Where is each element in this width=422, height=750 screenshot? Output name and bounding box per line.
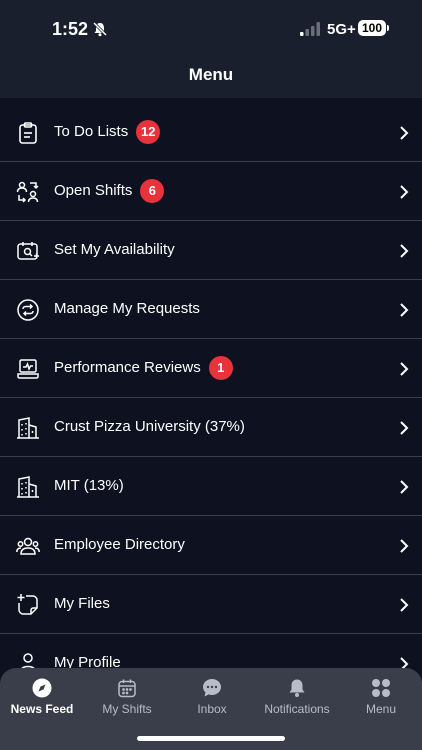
menu-item-my-files[interactable]: My Files [0,575,422,634]
menu-item-label: Set My Availability [54,221,175,279]
swap-users-icon [16,181,39,203]
file-add-icon [17,594,38,615]
calendar-availability-icon [17,242,39,260]
chevron-right-icon [400,126,409,140]
menu-item-label: To Do Lists 12 [54,103,161,161]
menu-item-performance-reviews[interactable]: Performance Reviews 1 [0,339,422,398]
chevron-right-icon [400,303,409,317]
calendar-icon [118,679,136,698]
signal-icon [300,22,320,36]
chevron-right-icon [400,185,409,199]
tab-label: Notifications [264,702,330,716]
battery-indicator: 100 [358,20,386,36]
menu-item-crust-pizza-university[interactable]: Crust Pizza University (37%) [0,398,422,457]
building-icon [17,476,39,498]
home-indicator [137,736,285,741]
menu-item-text: Performance Reviews [54,359,201,377]
tab-label: News Feed [10,702,74,716]
chat-icon [203,679,221,697]
header: Menu [0,58,422,98]
refresh-circle-icon [17,299,39,321]
tab-label: Menu [365,702,397,716]
compass-icon [32,678,52,698]
bell-icon [289,679,305,697]
tab-inbox[interactable]: Inbox [170,668,254,726]
menu-item-label: Employee Directory [54,516,185,574]
bell-muted-icon [92,21,108,37]
menu-item-label: Crust Pizza University (37%) [54,398,245,456]
menu-item-to-do-lists[interactable]: To Do Lists 12 [0,103,422,162]
menu-item-manage-my-requests[interactable]: Manage My Requests [0,280,422,339]
menu-list: To Do Lists 12 Open Shifts 6 Set My Availa… [0,103,422,693]
menu-item-text: MIT (13%) [54,477,124,495]
count-badge: 6 [140,179,165,204]
status-time: 1:52 [52,19,89,39]
menu-item-text: My Files [54,595,110,613]
menu-item-set-my-availability[interactable]: Set My Availability [0,221,422,280]
users-icon [16,537,40,555]
clipboard-icon [19,122,37,144]
building-icon [17,417,39,439]
menu-item-text: Employee Directory [54,536,185,554]
chevron-right-icon [400,598,409,612]
chevron-right-icon [400,244,409,258]
tab-my-shifts[interactable]: My Shifts [84,668,170,726]
tab-label: My Shifts [102,702,152,716]
count-badge: 1 [208,356,233,381]
menu-item-open-shifts[interactable]: Open Shifts 6 [0,162,422,221]
menu-item-mit[interactable]: MIT (13%) [0,457,422,516]
count-badge: 12 [136,120,161,145]
chevron-right-icon [400,421,409,435]
battery-nub [387,25,389,31]
menu-item-label: MIT (13%) [54,457,124,515]
network-label: 5G+ [327,21,356,38]
menu-item-text: Set My Availability [54,241,175,259]
grid-icon [372,679,390,697]
chevron-right-icon [400,480,409,494]
menu-item-label: Open Shifts 6 [54,162,165,220]
tab-menu[interactable]: Menu [340,668,422,726]
menu-item-label: Manage My Requests [54,280,200,338]
tab-notifications[interactable]: Notifications [254,668,340,726]
menu-item-text: Crust Pizza University (37%) [54,418,245,436]
status-bar: 1:52 5G+ 100 [0,0,422,58]
page-title: Menu [188,65,234,84]
menu-item-label: My Files [54,575,110,633]
menu-item-text: Open Shifts [54,182,133,200]
menu-item-text: To Do Lists [54,123,129,141]
tab-news-feed[interactable]: News Feed [0,668,84,726]
laptop-chart-icon [17,359,39,379]
menu-item-text: Manage My Requests [54,300,200,318]
menu-item-label: Performance Reviews 1 [54,339,233,397]
chevron-right-icon [400,362,409,376]
chevron-right-icon [400,539,409,553]
menu-item-employee-directory[interactable]: Employee Directory [0,516,422,575]
tab-label: Inbox [197,702,227,716]
